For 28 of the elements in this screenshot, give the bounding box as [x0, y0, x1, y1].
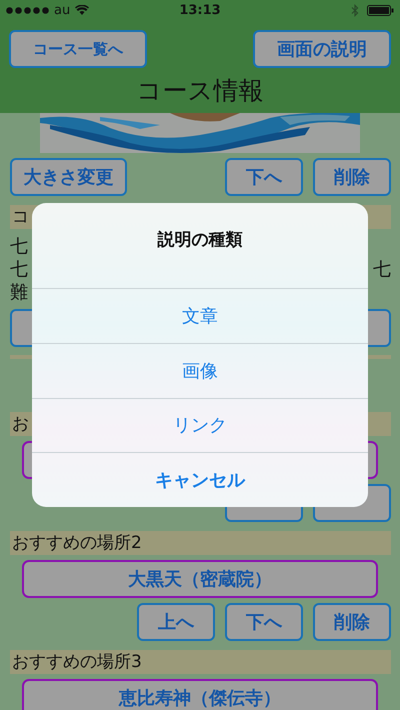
help-button[interactable]: 画面の説明 [253, 30, 391, 68]
action-button[interactable]: 下へ [225, 603, 303, 641]
dialog-title: 説明の種類 [158, 229, 242, 251]
cancel-button[interactable]: キャンセル [32, 453, 368, 507]
option-button[interactable]: リンク [32, 398, 368, 454]
back-button[interactable]: コース一覧へ [9, 30, 147, 68]
option-button[interactable]: 文章 [32, 289, 368, 344]
carrier-name: au [54, 2, 70, 18]
wifi-icon [75, 5, 90, 15]
action-button[interactable]: 上へ [137, 603, 215, 641]
description-text: 七 [373, 258, 391, 281]
action-button[interactable]: 削除 [313, 158, 391, 196]
action-button[interactable]: 削除 [313, 603, 391, 641]
place-button[interactable]: 恵比寿神（傑伝寺） [22, 679, 378, 710]
description-text: 難 [10, 281, 28, 304]
place-button[interactable]: 大黒天（密蔵院） [22, 560, 378, 598]
section-header: おすすめの場所3 [10, 650, 391, 674]
description-text: 七 [10, 235, 28, 258]
option-button[interactable]: 画像 [32, 344, 368, 398]
signal-icon [6, 6, 49, 14]
clock-time: 13:13 [179, 2, 221, 18]
screen-title: コース情報 [136, 75, 264, 107]
action-button[interactable]: 大きさ変更 [10, 158, 127, 196]
bluetooth-icon [351, 4, 360, 16]
action-button[interactable]: 下へ [225, 158, 303, 196]
battery-icon [367, 4, 394, 16]
description-text: 七 [10, 258, 28, 281]
section-header: おすすめの場所2 [10, 531, 391, 555]
